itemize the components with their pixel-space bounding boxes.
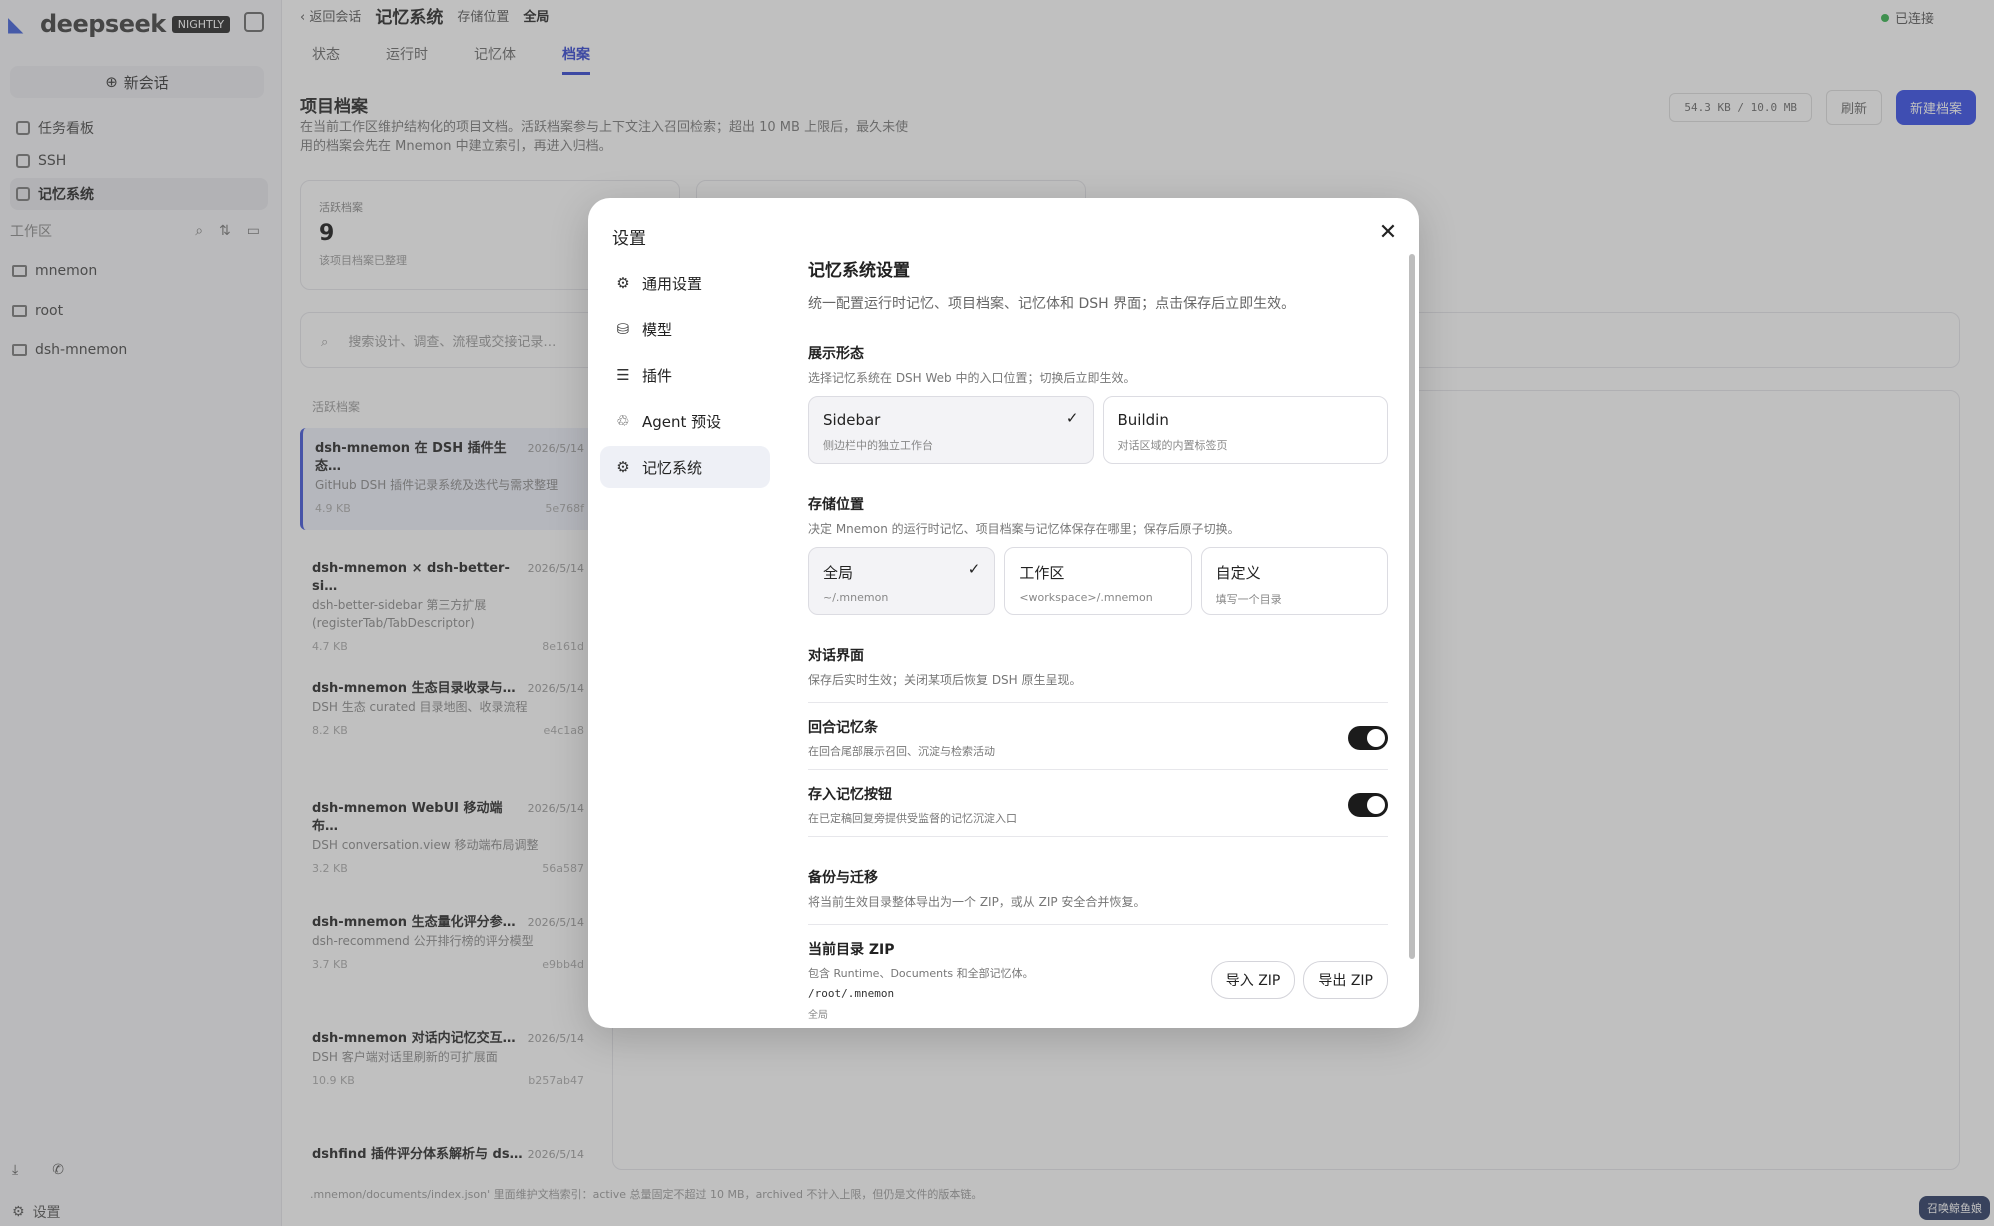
option-sub: 侧边栏中的独立工作台 — [823, 439, 933, 452]
turn-memory-toggle[interactable] — [1348, 726, 1388, 750]
zip-description: 包含 Runtime、Documents 和全部记忆体。 — [808, 967, 1034, 980]
section-description: 统一配置运行时记忆、项目档案、记忆体和 DSH 界面；点击保存后立即生效。 — [808, 296, 1296, 312]
display-option-sidebar[interactable]: Sidebar 侧边栏中的独立工作台 ✓ — [808, 396, 1094, 464]
zip-title: 当前目录 ZIP — [808, 942, 895, 958]
nav-plugins[interactable]: ☰ 插件 — [600, 354, 770, 396]
nav-agent-presets[interactable]: ♲ Agent 预设 — [600, 400, 770, 442]
option-label: 自定义 — [1215, 564, 1261, 582]
group-description: 选择记忆系统在 DSH Web 中的入口位置；切换后立即生效。 — [808, 371, 1136, 385]
storage-option-workspace[interactable]: 工作区 <workspace>/.mnemon — [1004, 547, 1192, 615]
toggle-row-save-memory: 存入记忆按钮 在已定稿回复旁提供受监督的记忆沉淀入口 — [808, 769, 1388, 837]
export-zip-button[interactable]: 导出 ZIP — [1303, 961, 1388, 999]
display-option-buildin[interactable]: Buildin 对话区域的内置标签页 — [1102, 396, 1388, 464]
toggle-row-turn-memory: 回合记忆条 在回合尾部展示召回、沉淀与检索活动 — [808, 702, 1388, 769]
nav-label: 模型 — [642, 320, 673, 339]
group-title: 对话界面 — [808, 648, 864, 664]
agent-icon: ♲ — [616, 412, 630, 430]
close-icon[interactable]: ✕ — [1377, 222, 1399, 244]
backup-group: 备份与迁移 将当前生效目录整体导出为一个 ZIP，或从 ZIP 安全合并恢复。 … — [808, 867, 1388, 1021]
display-group: 展示形态 选择记忆系统在 DSH Web 中的入口位置；切换后立即生效。 Sid… — [808, 343, 1388, 464]
gear-icon: ⚙ — [616, 274, 630, 292]
group-title: 存储位置 — [808, 497, 864, 513]
zip-path: /root/.mnemon — [808, 987, 895, 1000]
toggle-label: 存入记忆按钮 — [808, 787, 892, 803]
nav-label: 记忆系统 — [642, 458, 703, 477]
option-sub: <workspace>/.mnemon — [1019, 591, 1153, 604]
zip-scope: 全局 — [808, 1010, 828, 1021]
sliders-icon: ☰ — [616, 366, 630, 384]
option-label: Buildin — [1117, 411, 1169, 429]
database-icon: ⛁ — [616, 320, 630, 338]
check-icon: ✓ — [1065, 409, 1079, 427]
zip-row: 当前目录 ZIP 包含 Runtime、Documents 和全部记忆体。 /r… — [808, 924, 1388, 1021]
toggle-description: 在已定稿回复旁提供受监督的记忆沉淀入口 — [808, 812, 1017, 825]
nav-general[interactable]: ⚙ 通用设置 — [600, 262, 770, 304]
save-memory-toggle[interactable] — [1348, 793, 1388, 817]
group-title: 展示形态 — [808, 346, 864, 362]
toggle-description: 在回合尾部展示召回、沉淀与检索活动 — [808, 745, 995, 758]
import-zip-button[interactable]: 导入 ZIP — [1210, 961, 1296, 999]
nav-label: 通用设置 — [642, 274, 703, 293]
option-sub: ~/.mnemon — [823, 591, 889, 604]
nav-label: Agent 预设 — [642, 412, 722, 431]
settings-modal: 设置 ✕ ⚙ 通用设置 ⛁ 模型 ☰ 插件 ♲ Agent 预设 ⚙ 记忆系统 … — [588, 198, 1419, 1028]
option-label: Sidebar — [823, 411, 881, 429]
group-description: 将当前生效目录整体导出为一个 ZIP，或从 ZIP 安全合并恢复。 — [808, 895, 1146, 909]
settings-content: 记忆系统设置 统一配置运行时记忆、项目档案、记忆体和 DSH 界面；点击保存后立… — [808, 248, 1388, 1028]
modal-title: 设置 — [612, 229, 646, 249]
group-description: 决定 Mnemon 的运行时记忆、项目档案与记忆体保存在哪里；保存后原子切换。 — [808, 522, 1240, 536]
group-title: 备份与迁移 — [808, 870, 878, 886]
toggle-knob — [1367, 796, 1385, 814]
storage-group: 存储位置 决定 Mnemon 的运行时记忆、项目档案与记忆体保存在哪里；保存后原… — [808, 494, 1388, 615]
dialog-group: 对话界面 保存后实时生效；关闭某项后恢复 DSH 原生呈现。 回合记忆条 在回合… — [808, 645, 1388, 837]
nav-model[interactable]: ⛁ 模型 — [600, 308, 770, 350]
storage-option-global[interactable]: 全局 ~/.mnemon ✓ — [808, 547, 996, 615]
modal-scrollbar[interactable] — [1409, 254, 1415, 959]
storage-option-custom[interactable]: 自定义 填写一个目录 — [1200, 547, 1388, 615]
option-label: 全局 — [823, 564, 854, 582]
settings-nav: ⚙ 通用设置 ⛁ 模型 ☰ 插件 ♲ Agent 预设 ⚙ 记忆系统 — [600, 262, 770, 492]
group-description: 保存后实时生效；关闭某项后恢复 DSH 原生呈现。 — [808, 673, 1082, 687]
nav-memory-system[interactable]: ⚙ 记忆系统 — [600, 446, 770, 488]
section-title: 记忆系统设置 — [808, 261, 910, 281]
option-label: 工作区 — [1019, 564, 1065, 582]
toggle-label: 回合记忆条 — [808, 720, 878, 736]
option-sub: 对话区域的内置标签页 — [1117, 439, 1228, 452]
gear-icon: ⚙ — [616, 458, 630, 476]
option-sub: 填写一个目录 — [1215, 593, 1282, 606]
check-icon: ✓ — [967, 560, 981, 578]
nav-label: 插件 — [642, 366, 673, 385]
toggle-knob — [1367, 729, 1385, 747]
